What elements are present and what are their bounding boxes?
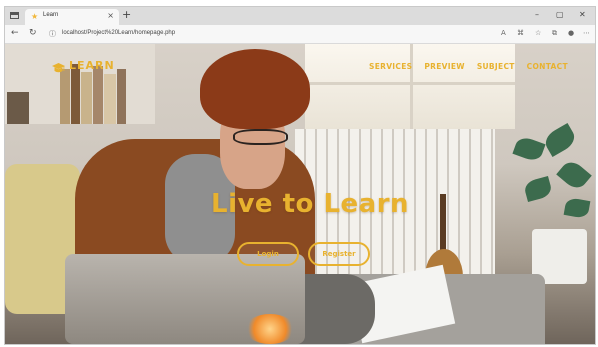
graduation-cap-icon (52, 60, 65, 72)
minimize-icon[interactable]: – (535, 9, 539, 21)
tab-strip: ★ Learn × + – ▢ ✕ (5, 7, 595, 25)
favorites-icon[interactable]: ☆ (535, 29, 541, 38)
collections-icon[interactable]: ⧉ (552, 29, 557, 38)
page-viewport: LEARN SERVICES PREVIEW SUBJECT CONTACT L… (5, 44, 595, 344)
tab-title: Learn (43, 12, 59, 18)
close-window-icon[interactable]: ✕ (579, 9, 586, 21)
more-menu-icon[interactable]: ⋯ (583, 29, 590, 38)
profile-avatar-icon[interactable]: ● (568, 29, 574, 38)
maximize-icon[interactable]: ▢ (556, 9, 564, 21)
tab-close-icon[interactable]: × (107, 11, 114, 21)
favicon-graduation-cap-icon: ★ (31, 12, 39, 21)
hero-photo-bookshelf (5, 44, 155, 124)
nav-link-services[interactable]: SERVICES (369, 62, 412, 71)
address-bar-url[interactable]: localhost/Project%20Learn/homepage.php (62, 30, 175, 36)
nav-link-preview[interactable]: PREVIEW (424, 62, 465, 71)
hero-title: Live to Learn (211, 189, 410, 219)
site-nav: SERVICES PREVIEW SUBJECT CONTACT (369, 62, 568, 71)
new-tab-button[interactable]: + (122, 9, 131, 21)
register-button[interactable]: Register (308, 242, 370, 266)
back-arrow-icon[interactable]: ← (11, 28, 19, 39)
login-button[interactable]: Login (237, 242, 299, 266)
site-info-icon[interactable]: ⓘ (49, 29, 56, 40)
browser-tab[interactable]: ★ Learn × (25, 9, 119, 25)
browser-toolbar: ← ↻ ⓘ localhost/Project%20Learn/homepage… (5, 25, 595, 44)
nav-link-contact[interactable]: CONTACT (527, 62, 568, 71)
nav-link-subject[interactable]: SUBJECT (477, 62, 515, 71)
logo-text: LEARN (69, 59, 115, 72)
tab-actions-icon[interactable] (10, 12, 19, 19)
browser-window: ★ Learn × + – ▢ ✕ ← ↻ ⓘ localhost/Projec… (4, 6, 596, 345)
site-logo[interactable]: LEARN (52, 59, 115, 72)
refresh-icon[interactable]: ↻ (29, 28, 37, 39)
extensions-icon[interactable]: ⌘ (517, 29, 524, 38)
read-aloud-icon[interactable]: A (501, 29, 506, 38)
